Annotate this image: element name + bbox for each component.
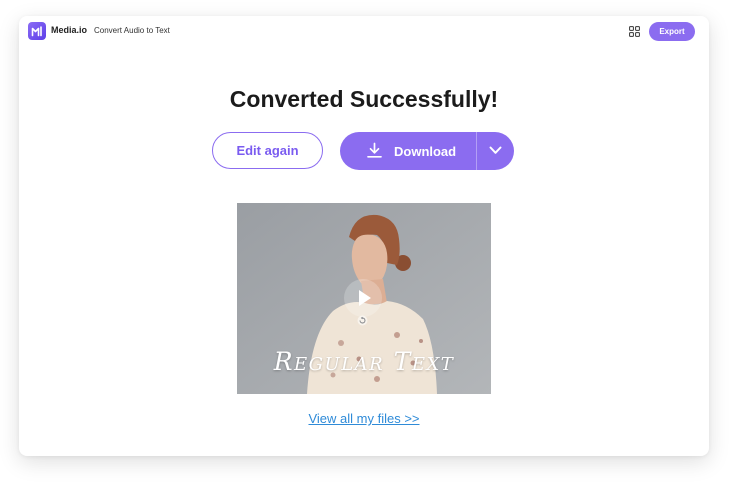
export-button[interactable]: Export [649, 22, 695, 41]
video-preview[interactable]: Regular Text [237, 203, 491, 394]
tool-title: Convert Audio to Text [94, 26, 170, 35]
download-label: Download [394, 144, 457, 159]
download-button[interactable]: Download [340, 132, 476, 170]
play-icon [359, 290, 371, 306]
view-all-files-link[interactable]: View all my files >> [308, 411, 419, 426]
edit-again-button[interactable]: Edit again [212, 132, 323, 169]
download-options-button[interactable] [477, 132, 514, 170]
top-bar: Media.io Convert Audio to Text Export [19, 16, 709, 46]
success-headline: Converted Successfully! [229, 86, 499, 112]
play-button[interactable] [344, 279, 382, 317]
caption-overlay-text: Regular Text [273, 347, 455, 376]
media-io-logo[interactable] [28, 22, 46, 40]
grid-apps-icon[interactable] [629, 26, 640, 37]
download-icon [367, 142, 382, 158]
replay-icon[interactable] [357, 315, 368, 326]
view-files-link-row: View all my files >> [19, 411, 709, 426]
brand-name: Media.io [51, 25, 88, 35]
chevron-down-icon [489, 146, 502, 154]
download-split-button: Download [340, 132, 514, 170]
logo-mark-icon [31, 25, 42, 36]
app-window: Media.io Convert Audio to Text Export Co… [19, 16, 709, 456]
